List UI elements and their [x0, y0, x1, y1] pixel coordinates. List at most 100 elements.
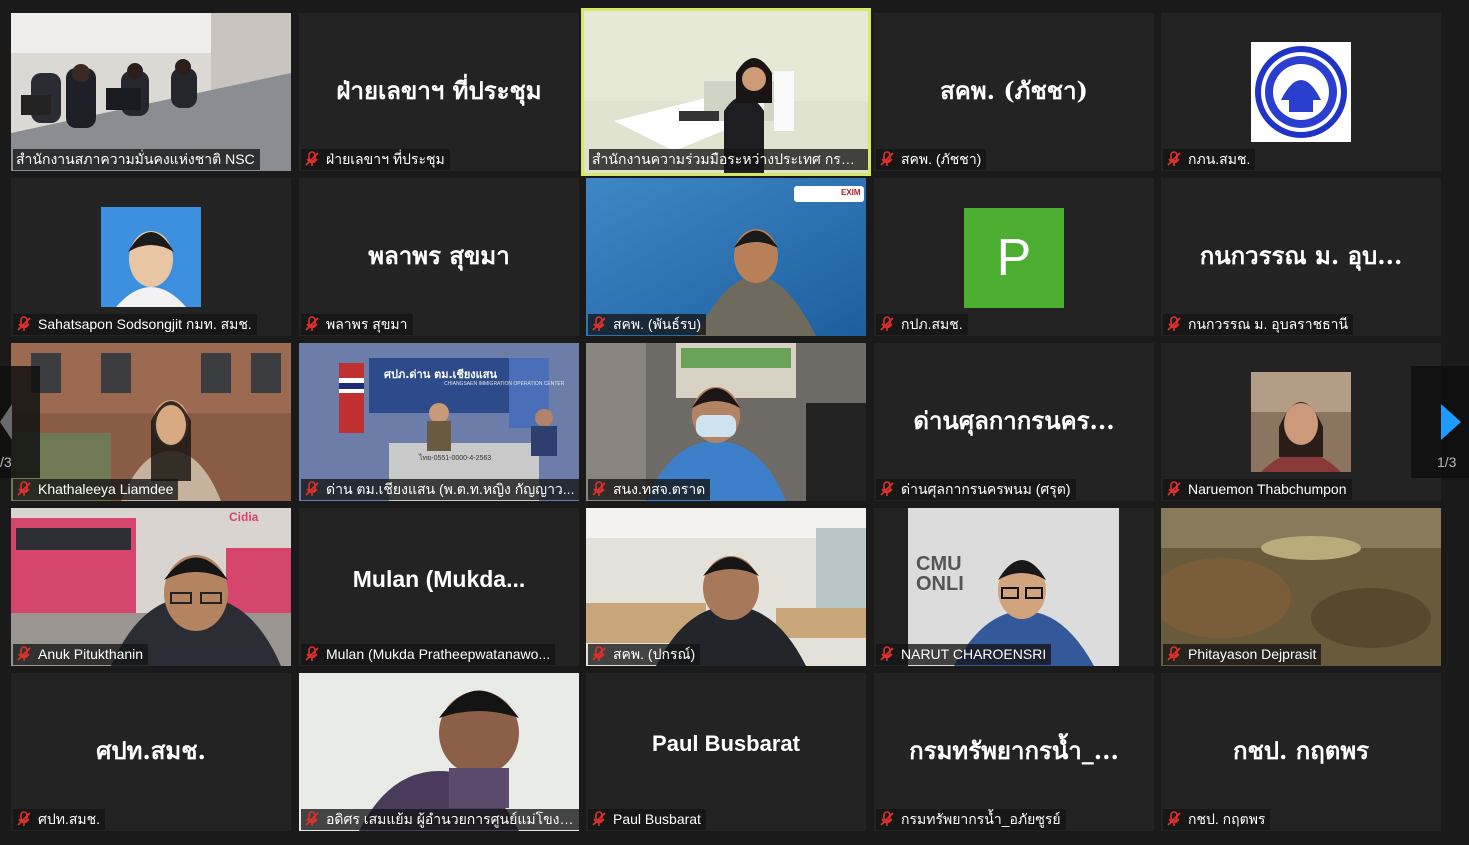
- exim-logo: EXIM: [841, 188, 861, 197]
- participant-name: ฝ่ายเลขาฯ ที่ประชุม: [301, 149, 450, 170]
- muted-mic-icon: [305, 811, 319, 826]
- muted-mic-icon: [305, 316, 319, 331]
- participant-tile[interactable]: กรมทรัพยากรน้ำ_... กรมทรัพยากรน้ำ_อภัยซู…: [874, 673, 1154, 831]
- participant-name: อดิศร เสมแย้ม ผู้อำนวยการศูนย์แม่โขงศึ..…: [301, 809, 579, 830]
- muted-mic-icon: [17, 646, 31, 661]
- agency-seal-image: [1251, 42, 1351, 142]
- participant-tile[interactable]: กภน.สมช.: [1161, 13, 1441, 171]
- page-indicator: /3: [0, 454, 12, 470]
- display-name: สคพ. (ภัชชา): [940, 76, 1088, 105]
- muted-mic-icon: [17, 316, 31, 331]
- chevron-right-icon: [1441, 404, 1461, 440]
- profile-photo: [1251, 372, 1351, 472]
- page-indicator: 1/3: [1437, 454, 1457, 470]
- video-feed: [586, 178, 866, 336]
- participant-name: สคพ. (ปกรณ์): [588, 644, 701, 665]
- participant-tile[interactable]: Phitayason Dejprasit: [1161, 508, 1441, 666]
- participant-tile[interactable]: กนกวรรณ ม. อุบ... กนกวรรณ ม. อุบลราชธานี: [1161, 178, 1441, 336]
- participant-name: สำนักงานความร่วมมือระหว่างประเทศ กรมควบค…: [589, 149, 868, 170]
- participant-name: NARUT CHAROENSRI: [876, 644, 1052, 665]
- participant-name: สคพ. (ภัชชา): [876, 149, 987, 170]
- participant-name: กรมทรัพยากรน้ำ_อภัยซูรย์: [876, 809, 1066, 830]
- participant-tile[interactable]: ศปท.สมช. ศปท.สมช.: [11, 673, 291, 831]
- participant-name: Paul Busbarat: [588, 809, 706, 830]
- display-name: Paul Busbarat: [652, 731, 800, 756]
- participant-name: พลาพร สุขมา: [301, 314, 413, 335]
- participant-tile[interactable]: สำนักงานสภาความมั่นคงแห่งชาติ NSC: [11, 13, 291, 171]
- participant-name: Khathaleeya Liamdee: [13, 479, 179, 500]
- participant-tile[interactable]: Naruemon Thabchumpon: [1161, 343, 1441, 501]
- participant-tile[interactable]: สนง.ทสจ.ตราด: [586, 343, 866, 501]
- video-feed: [299, 673, 579, 831]
- video-feed: [586, 343, 866, 501]
- display-name: Mulan (Mukda...: [352, 566, 526, 592]
- participant-tile[interactable]: Khathaleeya Liamdee: [11, 343, 291, 501]
- participant-name: ศปท.สมช.: [13, 809, 106, 830]
- muted-mic-icon: [592, 316, 606, 331]
- participant-name: Sahatsapon Sodsongjit กมท. สมช.: [13, 314, 257, 335]
- participant-tile[interactable]: กชป. กฤตพร กชป. กฤตพร: [1161, 673, 1441, 831]
- muted-mic-icon: [305, 151, 319, 166]
- muted-mic-icon: [880, 316, 894, 331]
- muted-mic-icon: [592, 811, 606, 826]
- participant-name: กนกวรรณ ม. อุบลราชธานี: [1163, 314, 1354, 335]
- participant-name: สำนักงานสภาความมั่นคงแห่งชาติ NSC: [13, 149, 260, 170]
- avatar-letter: P: [964, 208, 1064, 308]
- display-name: พลาพร สุขมา: [368, 241, 510, 270]
- participant-tile[interactable]: ฝ่ายเลขาฯ ที่ประชุม ฝ่ายเลขาฯ ที่ประชุม: [299, 13, 579, 171]
- participant-tile[interactable]: Cidia Anuk Pitukthanin: [11, 508, 291, 666]
- muted-mic-icon: [880, 151, 894, 166]
- participant-name: Mulan (Mukda Pratheepwatanawo...: [301, 644, 556, 665]
- muted-mic-icon: [305, 481, 319, 496]
- participant-name: ด่านศุลกากรนครพนม (ศรุต): [876, 479, 1076, 500]
- participant-tile[interactable]: ด่านศุลกากรนคร... ด่านศุลกากรนครพนม (ศรุ…: [874, 343, 1154, 501]
- participant-tile[interactable]: P กปภ.สมช.: [874, 178, 1154, 336]
- display-name: กนกวรรณ ม. อุบ...: [1199, 241, 1403, 270]
- desk-plate: ไทย-0551-0000-4-2563: [419, 455, 492, 462]
- participant-tile[interactable]: Sahatsapon Sodsongjit กมท. สมช.: [11, 178, 291, 336]
- participant-tile[interactable]: สคพ. (ภัชชา) สคพ. (ภัชชา): [874, 13, 1154, 171]
- participant-tile[interactable]: พลาพร สุขมา พลาพร สุขมา: [299, 178, 579, 336]
- participant-name: กภน.สมช.: [1163, 149, 1256, 170]
- participant-name: กปภ.สมช.: [876, 314, 968, 335]
- muted-mic-icon: [1167, 481, 1181, 496]
- muted-mic-icon: [592, 646, 606, 661]
- video-feed: [11, 343, 291, 501]
- muted-mic-icon: [1167, 151, 1181, 166]
- muted-mic-icon: [592, 481, 606, 496]
- banner-subtitle: CHIANGSAEN IMMIGRATION OPERATION CENTER: [444, 381, 565, 387]
- next-page-button[interactable]: 1/3: [1411, 366, 1469, 478]
- participant-name: สนง.ทสจ.ตราด: [588, 479, 711, 500]
- gallery-grid: สำนักงานสภาความมั่นคงแห่งชาติ NSC ฝ่ายเล…: [0, 0, 1469, 845]
- participant-tile[interactable]: CMU ONLI NARUT CHAROENSRI: [874, 508, 1154, 666]
- muted-mic-icon: [17, 811, 31, 826]
- participant-tile[interactable]: สคพ. (ปกรณ์): [586, 508, 866, 666]
- previous-page-button[interactable]: /3: [0, 366, 40, 478]
- brand-logo: Cidia: [229, 510, 259, 524]
- muted-mic-icon: [1167, 811, 1181, 826]
- participant-tile[interactable]: EXIM สคพ. (พันธ์รบ): [586, 178, 866, 336]
- participant-name: ด่าน ตม.เชียงแสน (พ.ต.ท.หญิง กัญญาว...: [301, 479, 579, 500]
- display-name: กรมทรัพยากรน้ำ_...: [909, 736, 1119, 765]
- participant-tile[interactable]: Mulan (Mukda... Mulan (Mukda Pratheepwat…: [299, 508, 579, 666]
- video-feed: [11, 508, 291, 666]
- muted-mic-icon: [1167, 646, 1181, 661]
- participant-tile[interactable]: อดิศร เสมแย้ม ผู้อำนวยการศูนย์แม่โขงศึ..…: [299, 673, 579, 831]
- muted-mic-icon: [880, 646, 894, 661]
- display-name: ฝ่ายเลขาฯ ที่ประชุม: [336, 76, 542, 105]
- participant-name: สคพ. (พันธ์รบ): [588, 314, 706, 335]
- participant-tile[interactable]: Paul Busbarat Paul Busbarat: [586, 673, 866, 831]
- video-feed: [11, 13, 291, 171]
- display-name: กชป. กฤตพร: [1232, 736, 1370, 765]
- participant-name: Naruemon Thabchumpon: [1163, 479, 1352, 500]
- video-feed: [586, 508, 866, 666]
- participant-name: กชป. กฤตพร: [1163, 809, 1271, 830]
- participant-tile[interactable]: ศปภ.ด่าน ตม.เชียงแสน CHIANGSAEN IMMIGRAT…: [299, 343, 579, 501]
- wall-sign: CMU ONLI: [916, 553, 964, 595]
- profile-photo: [101, 207, 201, 307]
- display-name: ศปท.สมช.: [96, 736, 206, 765]
- muted-mic-icon: [880, 811, 894, 826]
- participant-tile-active-speaker[interactable]: สำนักงานความร่วมมือระหว่างประเทศ กรมควบค…: [581, 8, 871, 176]
- muted-mic-icon: [1167, 316, 1181, 331]
- display-name: ด่านศุลกากรนคร...: [913, 406, 1115, 435]
